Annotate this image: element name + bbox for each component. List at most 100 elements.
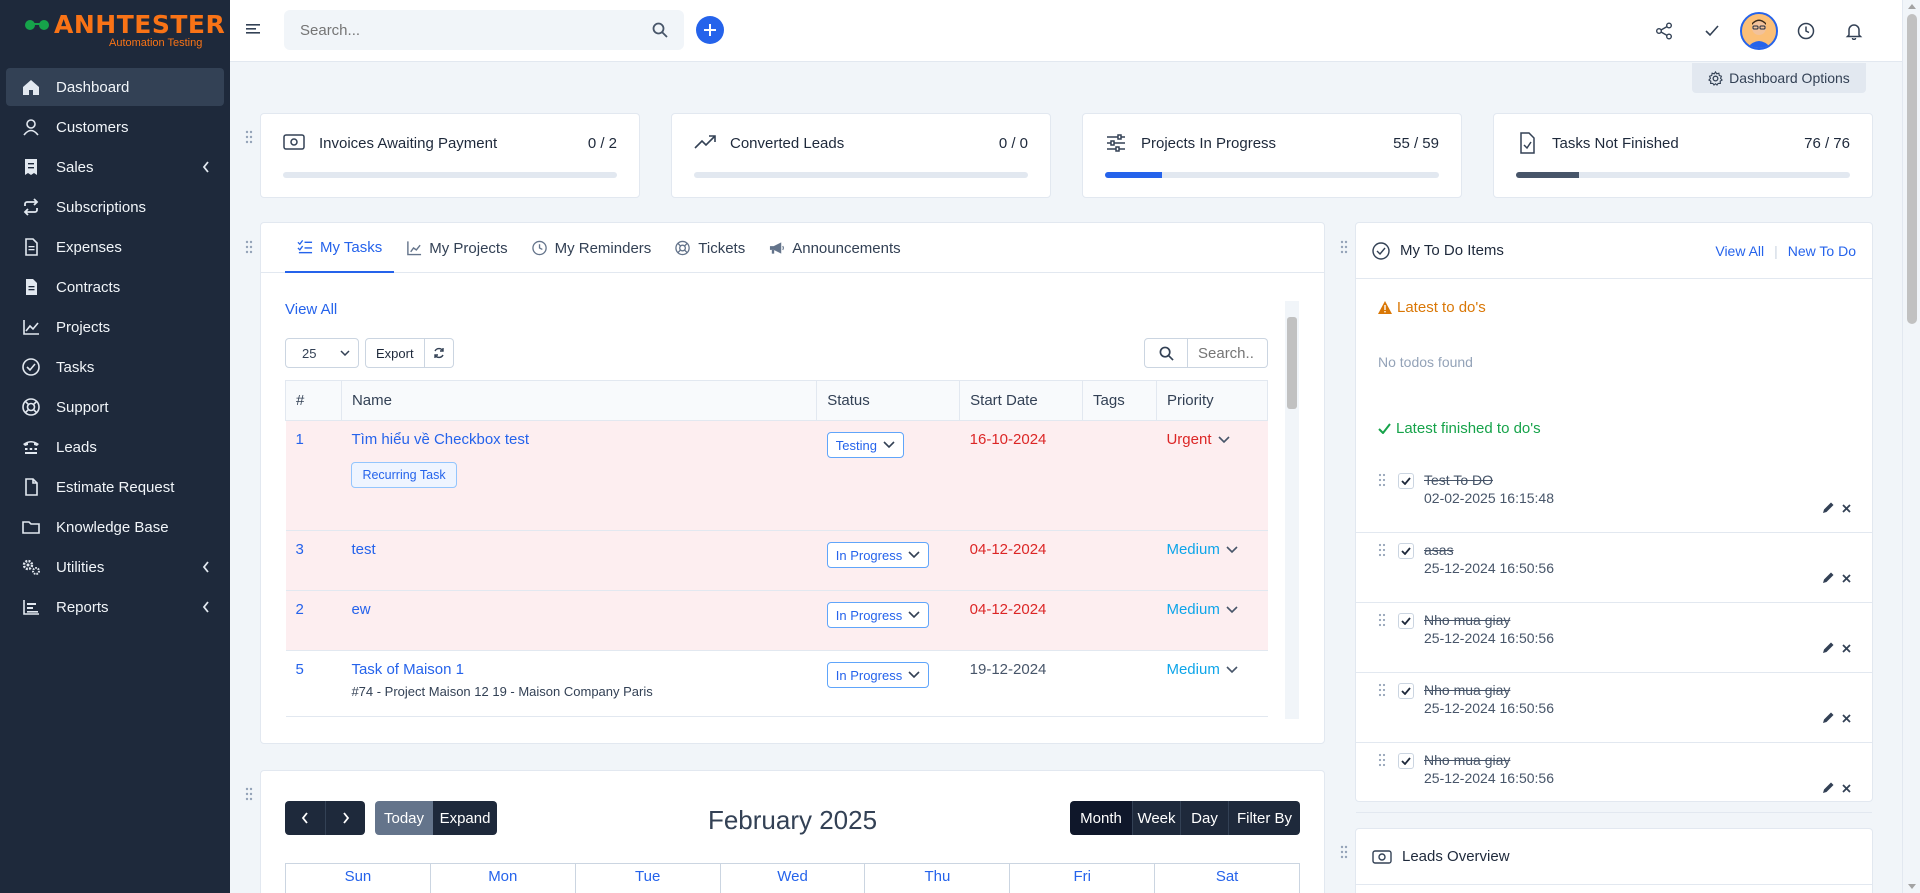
tab-my-tasks[interactable]: My Tasks bbox=[285, 223, 395, 273]
calendar-view-day[interactable]: Day bbox=[1180, 801, 1228, 835]
task-priority-dropdown[interactable]: Medium bbox=[1166, 661, 1238, 678]
task-name-link[interactable]: Tìm hiểu về Checkbox test bbox=[351, 431, 529, 448]
edit-icon[interactable] bbox=[1822, 641, 1835, 654]
task-id-link[interactable]: 3 bbox=[296, 541, 304, 558]
new-todo-link[interactable]: New To Do bbox=[1788, 243, 1856, 259]
sidebar-item-support[interactable]: Support bbox=[6, 388, 224, 426]
todo-view-all-link[interactable]: View All bbox=[1715, 243, 1764, 259]
edit-icon[interactable] bbox=[1822, 571, 1835, 584]
clock-icon[interactable] bbox=[1782, 12, 1830, 50]
task-status-dropdown[interactable]: In Progress bbox=[826, 662, 930, 688]
stat-card-invoices-awaiting-payment[interactable]: Invoices Awaiting Payment 0 / 2 bbox=[260, 113, 640, 198]
close-icon[interactable] bbox=[1841, 643, 1852, 654]
page-scrollbar[interactable] bbox=[1902, 0, 1920, 893]
dashboard-options-button[interactable]: Dashboard Options bbox=[1692, 63, 1866, 93]
page-length-select[interactable]: 25 bbox=[285, 338, 359, 368]
edit-icon[interactable] bbox=[1822, 781, 1835, 794]
stat-card-converted-leads[interactable]: Converted Leads 0 / 0 bbox=[671, 113, 1051, 198]
drag-handle-icon[interactable] bbox=[1378, 683, 1386, 742]
table-row[interactable]: 1 Tìm hiểu về Checkbox test Recurring Task… bbox=[285, 420, 1268, 531]
search-icon[interactable] bbox=[1144, 338, 1188, 368]
column-header[interactable]: Start Date bbox=[959, 380, 1084, 421]
todo-checkbox[interactable] bbox=[1398, 683, 1414, 699]
edit-icon[interactable] bbox=[1822, 501, 1835, 514]
sidebar-item-projects[interactable]: Projects bbox=[6, 308, 224, 346]
close-icon[interactable] bbox=[1841, 503, 1852, 514]
avatar[interactable] bbox=[1740, 12, 1778, 50]
drag-handle-icon[interactable] bbox=[1378, 753, 1386, 812]
calendar-view-week[interactable]: Week bbox=[1132, 801, 1180, 835]
table-scrollbar[interactable] bbox=[1285, 301, 1299, 719]
tab-announcements[interactable]: Announcements bbox=[757, 223, 912, 273]
check-icon[interactable] bbox=[1688, 12, 1736, 50]
drag-handle-icon[interactable] bbox=[245, 787, 253, 801]
task-status-dropdown[interactable]: Testing bbox=[826, 432, 904, 458]
task-status-dropdown[interactable]: In Progress bbox=[826, 542, 930, 568]
todo-checkbox[interactable] bbox=[1398, 543, 1414, 559]
task-name-link[interactable]: Task of Maison 1 bbox=[351, 661, 464, 678]
drag-handle-icon[interactable] bbox=[1378, 613, 1386, 672]
stat-card-tasks-not-finished[interactable]: Tasks Not Finished 76 / 76 bbox=[1493, 113, 1873, 198]
drag-handle-icon[interactable] bbox=[1340, 240, 1348, 254]
sidebar-item-utilities[interactable]: Utilities bbox=[6, 548, 224, 586]
sidebar-item-knowledge-base[interactable]: Knowledge Base bbox=[6, 508, 224, 546]
drag-handle-icon[interactable] bbox=[1340, 845, 1348, 859]
table-row[interactable]: 5 Task of Maison 1 #74 - Project Maison 12… bbox=[285, 650, 1268, 717]
quick-add-button[interactable] bbox=[696, 16, 724, 44]
task-priority-dropdown[interactable]: Urgent bbox=[1166, 431, 1230, 448]
task-priority-dropdown[interactable]: Medium bbox=[1166, 541, 1238, 558]
table-search-input[interactable] bbox=[1188, 338, 1268, 368]
close-icon[interactable] bbox=[1841, 783, 1852, 794]
edit-icon[interactable] bbox=[1822, 711, 1835, 724]
sidebar-item-leads[interactable]: Leads bbox=[6, 428, 224, 466]
todo-checkbox[interactable] bbox=[1398, 613, 1414, 629]
sidebar-item-estimate-request[interactable]: Estimate Request bbox=[6, 468, 224, 506]
table-row[interactable]: 3 test In Progress 04-12-2024 Medium bbox=[285, 530, 1268, 591]
brand-logo[interactable]: ANHTESTER Automation Testing bbox=[0, 0, 230, 62]
column-header[interactable]: Status bbox=[816, 380, 961, 421]
share-icon[interactable] bbox=[1640, 12, 1688, 50]
sidebar-item-reports[interactable]: Reports bbox=[6, 588, 224, 626]
task-id-link[interactable]: 2 bbox=[296, 601, 304, 618]
sidebar-item-sales[interactable]: Sales bbox=[6, 148, 224, 186]
sidebar-item-expenses[interactable]: Expenses bbox=[6, 228, 224, 266]
stat-card-projects-in-progress[interactable]: Projects In Progress 55 / 59 bbox=[1082, 113, 1462, 198]
task-priority-dropdown[interactable]: Medium bbox=[1166, 601, 1238, 618]
column-header[interactable]: # bbox=[285, 380, 342, 421]
tab-my-reminders[interactable]: My Reminders bbox=[520, 223, 664, 273]
column-header[interactable]: Name bbox=[340, 380, 818, 421]
sidebar-item-subscriptions[interactable]: Subscriptions bbox=[6, 188, 224, 226]
close-icon[interactable] bbox=[1841, 713, 1852, 724]
column-header[interactable]: Priority bbox=[1155, 380, 1269, 421]
table-row[interactable]: 2 ew In Progress 04-12-2024 Medium bbox=[285, 590, 1268, 651]
column-header[interactable]: Tags bbox=[1082, 380, 1157, 421]
drag-handle-icon[interactable] bbox=[245, 240, 253, 254]
menu-toggle-icon[interactable] bbox=[246, 22, 260, 36]
close-icon[interactable] bbox=[1841, 573, 1852, 584]
sidebar-item-contracts[interactable]: Contracts bbox=[6, 268, 224, 306]
tab-my-projects[interactable]: My Projects bbox=[394, 223, 519, 273]
todo-checkbox[interactable] bbox=[1398, 473, 1414, 489]
sidebar-item-customers[interactable]: Customers bbox=[6, 108, 224, 146]
drag-handle-icon[interactable] bbox=[245, 130, 253, 144]
export-button[interactable]: Export bbox=[365, 338, 425, 368]
bell-icon[interactable] bbox=[1830, 12, 1878, 50]
search-icon[interactable] bbox=[652, 22, 668, 38]
sidebar-item-dashboard[interactable]: Dashboard bbox=[6, 68, 224, 106]
search-input[interactable] bbox=[300, 21, 652, 39]
task-name-link[interactable]: test bbox=[351, 541, 375, 558]
todo-checkbox[interactable] bbox=[1398, 753, 1414, 769]
drag-handle-icon[interactable] bbox=[1378, 473, 1386, 532]
megaphone-icon bbox=[769, 240, 785, 256]
refresh-button[interactable] bbox=[424, 338, 454, 368]
task-id-link[interactable]: 1 bbox=[296, 431, 304, 448]
task-name-link[interactable]: ew bbox=[351, 601, 370, 618]
calendar-view-filter-by[interactable]: Filter By bbox=[1228, 801, 1300, 835]
tasks-view-all-link[interactable]: View All bbox=[285, 301, 337, 318]
drag-handle-icon[interactable] bbox=[1378, 543, 1386, 602]
task-status-dropdown[interactable]: In Progress bbox=[826, 602, 930, 628]
sidebar-item-tasks[interactable]: Tasks bbox=[6, 348, 224, 386]
tab-tickets[interactable]: Tickets bbox=[663, 223, 757, 273]
calendar-view-month[interactable]: Month bbox=[1070, 801, 1132, 835]
task-id-link[interactable]: 5 bbox=[296, 661, 304, 678]
